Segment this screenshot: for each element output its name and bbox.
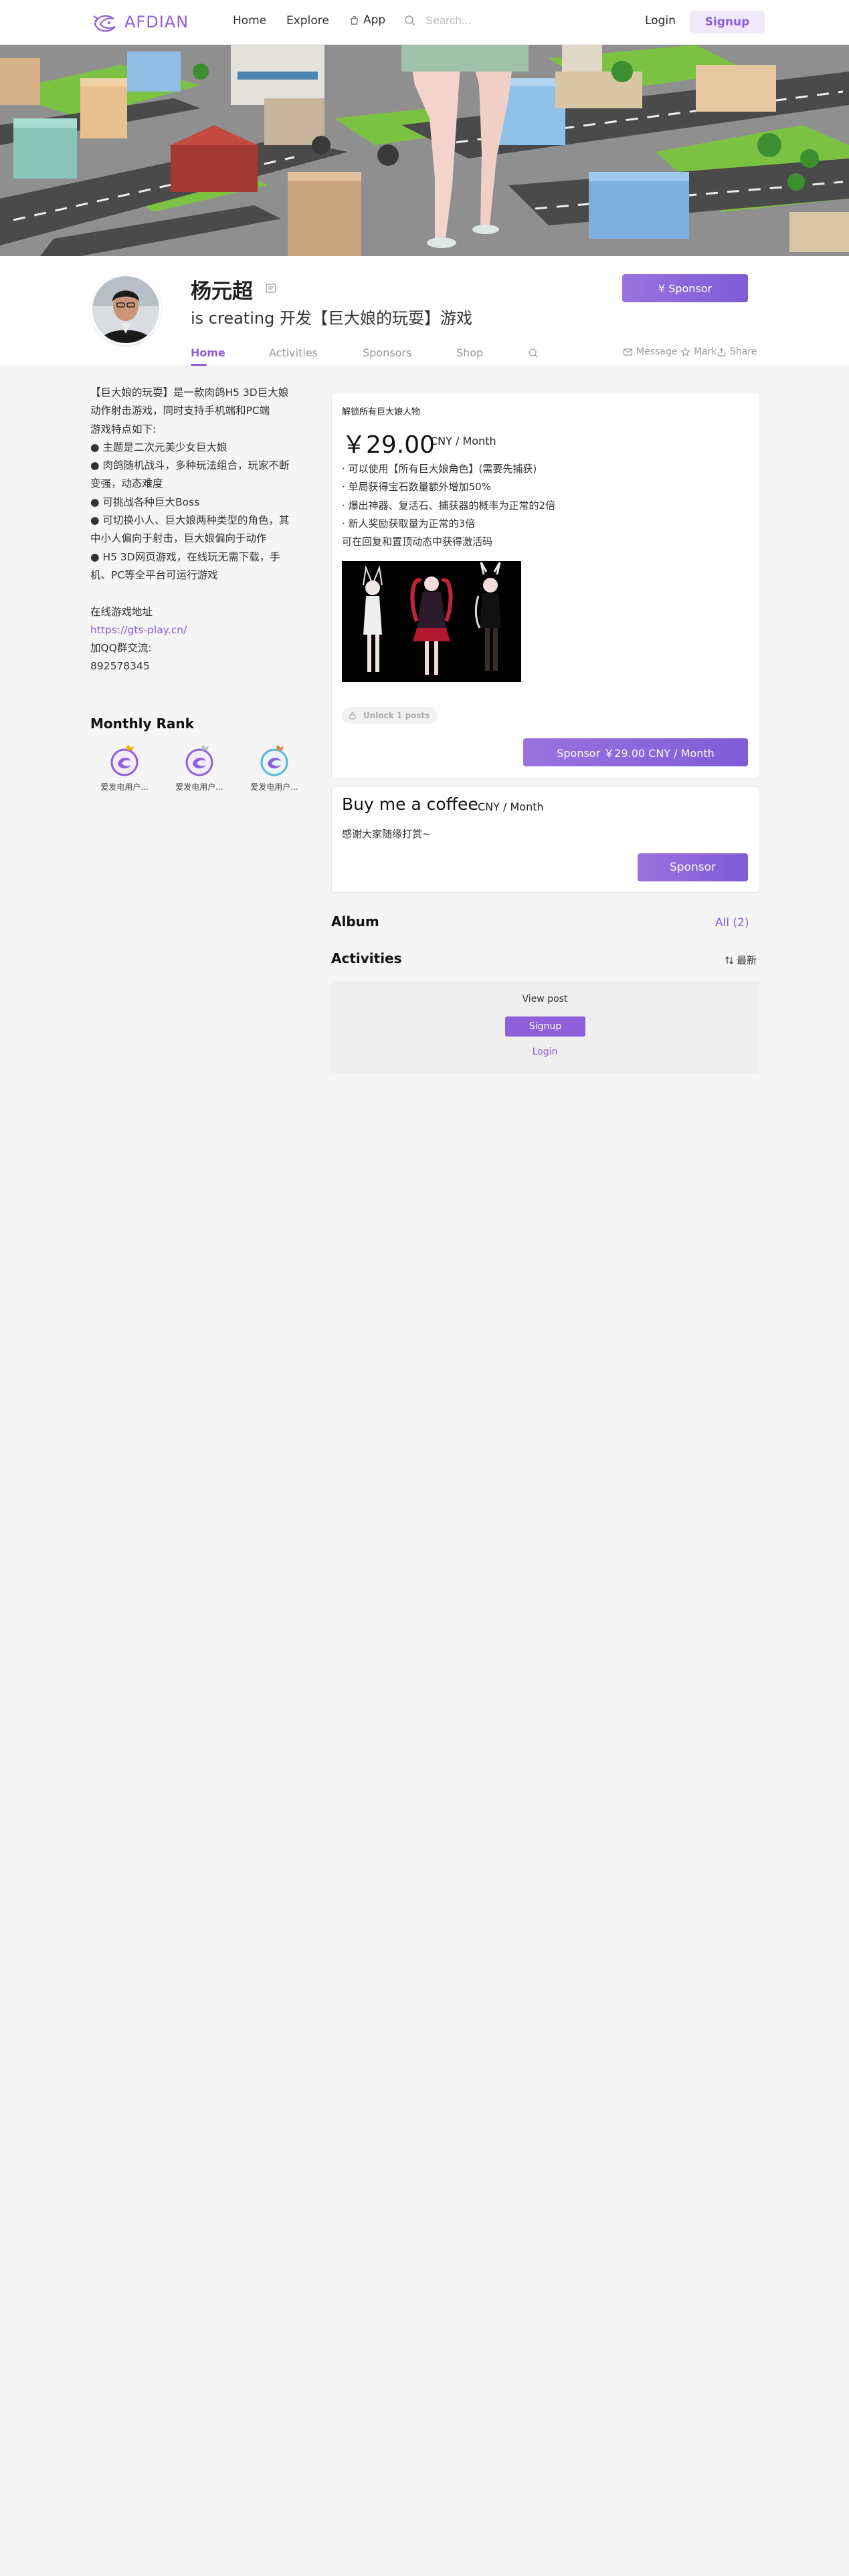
bio-line: 在线游戏地址 [90, 605, 153, 618]
shopping-bag-icon [351, 15, 358, 25]
search-input[interactable] [424, 13, 601, 28]
tab-sponsors[interactable]: Sponsors [363, 346, 411, 359]
tier-perk: 可在回复和置顶动态中获得激活码 [342, 536, 493, 548]
profile-banner-image [0, 45, 849, 256]
avatar-photo [92, 276, 159, 343]
rank-user[interactable]: 爱发电用户... [166, 742, 233, 792]
sort-toggle[interactable]: 最新 [725, 953, 757, 967]
search-posts-icon[interactable] [528, 348, 539, 358]
bio-qq-label: 加QQ群交流: [90, 642, 152, 655]
tier-perks-list: · 可以使用【所有巨大娘角色】(需要先捕获) · 单局获得宝石数量额外增加50%… [342, 460, 555, 551]
creator-name: 杨元超 [191, 280, 253, 304]
bio-line: 游戏特点如下: [90, 423, 157, 435]
mark-action[interactable]: Mark [680, 346, 717, 357]
sponsor-button[interactable]: ¥ Sponsor [622, 274, 748, 302]
tier-perk: · 新人奖励获取量为正常的3倍 [342, 517, 476, 530]
bio-line: 机、PC等全平台可运行游戏 [90, 568, 218, 581]
user-avatar-icon [185, 745, 213, 776]
rank-user[interactable]: 爱发电用户... [91, 742, 158, 792]
brand-name: AFDIAN [124, 13, 189, 31]
tab-home[interactable]: Home [191, 346, 225, 359]
signup-button[interactable]: Signup [690, 11, 765, 33]
share-icon [717, 347, 726, 356]
locked-post-login-link[interactable]: Login [331, 1047, 759, 1057]
coffee-sponsor-button[interactable]: Sponsor [638, 853, 748, 881]
share-label: Share [730, 346, 757, 357]
creator-avatar[interactable] [90, 274, 161, 345]
bio-line: ● 肉鸽随机战斗，多种玩法组合，玩家不断 [90, 459, 290, 472]
game-url-link[interactable]: https://gts-play.cn/ [90, 624, 187, 636]
bio-line [90, 584, 298, 603]
bio-qq-number: 892578345 [90, 660, 150, 673]
search-bar [404, 13, 601, 28]
tier-title: 解锁所有巨大娘人物 [342, 407, 421, 417]
active-tab-indicator [191, 364, 207, 366]
monthly-rank-title: Monthly Rank [90, 716, 194, 732]
tier-price: ￥29.00 [342, 431, 436, 459]
coffee-title: Buy me a coffee [342, 794, 478, 814]
user-avatar-icon [260, 745, 288, 776]
top-navigation-bar: AFDIAN Home Explore App Login Signup [0, 0, 849, 45]
mark-label: Mark [694, 346, 717, 357]
bio-line: 变强，动态难度 [90, 477, 163, 490]
nav-explore-link[interactable]: Explore [286, 14, 329, 27]
banner-city-illustration [0, 45, 849, 256]
lock-icon [349, 712, 356, 720]
unlock-posts-label: Unlock 1 posts [363, 711, 430, 720]
creator-bio: 【巨大娘的玩耍】是一款肉鸽H5 3D巨大娘 动作射击游戏，同时支持手机端和PC端游… [90, 384, 298, 676]
rank-user-name: 爱发电用户... [250, 782, 298, 792]
coffee-description: 感谢大家随缘打赏~ [342, 828, 431, 840]
afdian-fish-logo-icon [93, 15, 116, 32]
rank-user[interactable]: 爱发电用户... [241, 742, 308, 792]
bio-line: 【巨大娘的玩耍】是一款肉鸽H5 3D巨大娘 [90, 387, 289, 399]
tab-shop[interactable]: Shop [456, 346, 483, 359]
activities-title: Activities [331, 950, 402, 966]
nav-home-link[interactable]: Home [233, 14, 266, 27]
tier-price-unit: CNY / Month [430, 435, 496, 447]
creator-description: is creating 开发【巨大娘的玩耍】游戏 [191, 309, 472, 328]
tier-perk: · 爆出神器、复活石、捕获器的概率为正常的2倍 [342, 499, 556, 512]
message-label: Message [636, 346, 678, 357]
search-icon[interactable] [404, 15, 416, 27]
share-action[interactable]: Share [717, 346, 757, 357]
tier-perk: · 可以使用【所有巨大娘角色】(需要先捕获) [342, 463, 537, 475]
nav-app-link[interactable]: App [349, 13, 385, 27]
view-post-label: View post [522, 994, 568, 1004]
bio-line: ● 主题是二次元美少女巨大娘 [90, 441, 227, 453]
bio-line: ● 可挑战各种巨大Boss [90, 496, 200, 508]
sort-label: 最新 [737, 954, 757, 966]
verified-icon [266, 284, 276, 293]
bio-line: ● 可切换小人、巨大娘两种类型的角色，其 [90, 514, 290, 527]
brand-logo[interactable]: AFDIAN [91, 9, 189, 35]
album-title: Album [331, 914, 379, 930]
message-action[interactable]: Message [623, 346, 677, 357]
tier-perk: · 单局获得宝石数量额外增加50% [342, 481, 491, 494]
album-all-link[interactable]: All (2) [715, 916, 749, 930]
rank-user-name: 爱发电用户... [175, 782, 223, 792]
user-avatar-icon [110, 745, 138, 776]
sponsor-tier-button[interactable]: Sponsor ￥29.00 CNY / Month [523, 738, 748, 766]
bio-line: ● H5 3D网页游戏，在线玩无需下载，手 [90, 550, 280, 563]
star-icon [680, 346, 690, 356]
bio-line: 动作射击游戏，同时支持手机端和PC端 [90, 405, 270, 417]
tier-preview-image[interactable] [342, 561, 521, 682]
unlock-posts-badge: Unlock 1 posts [342, 707, 438, 724]
login-link[interactable]: Login [645, 14, 676, 27]
nav-app-label: App [363, 13, 386, 27]
tier-character-art [342, 561, 521, 682]
coffee-price-unit: CNY / Month [478, 800, 544, 813]
envelope-icon [623, 348, 633, 356]
locked-post-signup-button[interactable]: Signup [505, 1016, 585, 1037]
sort-icon [725, 956, 733, 964]
bio-line: 中小人偏向于射击，巨大娘偏向于动作 [90, 532, 267, 545]
tab-activities[interactable]: Activities [269, 346, 318, 359]
rank-user-name: 爱发电用户... [100, 782, 149, 792]
